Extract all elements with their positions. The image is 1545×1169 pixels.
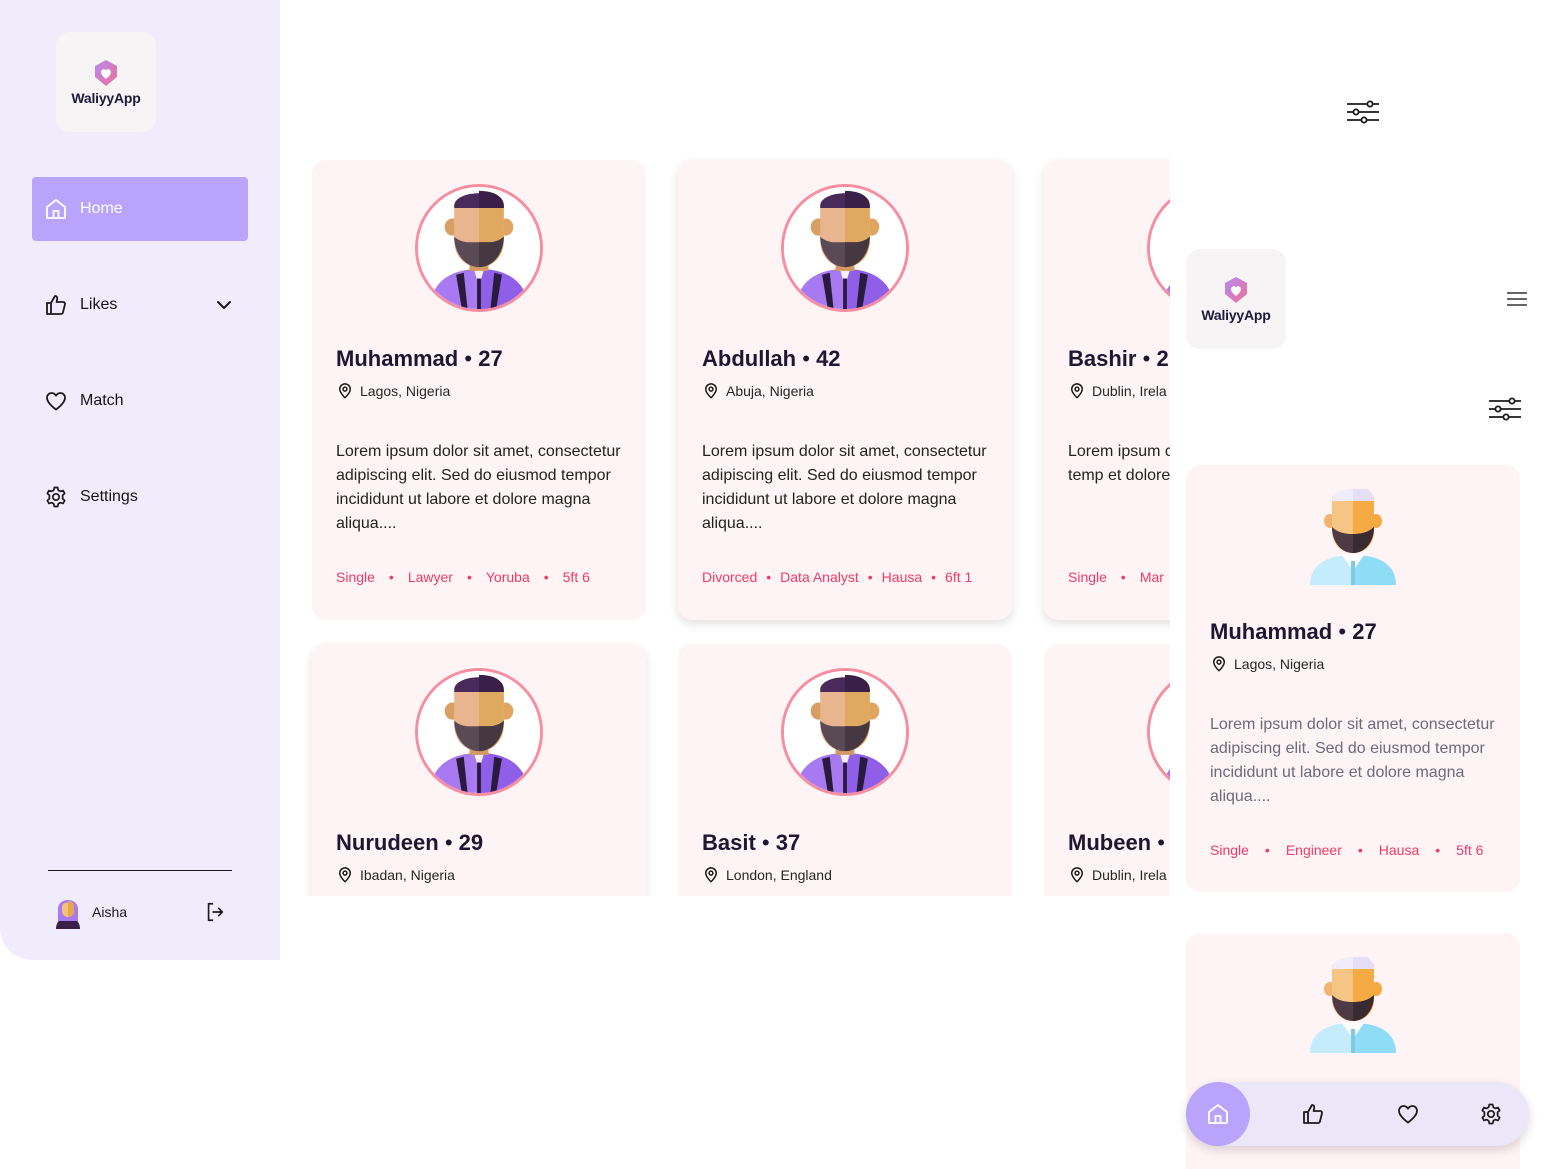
thumbs-up-icon: [1301, 1102, 1325, 1126]
divider: [48, 870, 232, 871]
profile-bio: Lorem ipsum consectetur a eiusmod temp e…: [1068, 443, 1170, 484]
gear-icon: [44, 485, 68, 509]
nav-likes[interactable]: [1281, 1082, 1345, 1146]
app-name: WaliyyApp: [1201, 306, 1271, 323]
profile-name: Bashir • 2: [1068, 346, 1169, 371]
profile-grid: Muhammad • 27 Lagos, Nigeria Lorem ipsum…: [300, 140, 1170, 896]
gear-icon: [1479, 1102, 1503, 1126]
profile-photo: [1306, 957, 1400, 1053]
profile-name: Muhammad • 27: [1210, 619, 1377, 644]
home-icon: [44, 197, 68, 221]
location-pin-icon: [1068, 382, 1086, 400]
nav-home[interactable]: [1186, 1082, 1250, 1146]
heart-icon: [44, 389, 68, 413]
profile-name: Muhammad • 27: [336, 346, 503, 371]
profile-name: Mubeen •: [1068, 830, 1165, 855]
profile-photo: [1147, 668, 1170, 796]
logout-icon[interactable]: [204, 901, 226, 923]
profile-location: Dublin, Irela: [1068, 382, 1167, 400]
app-logo[interactable]: WaliyyApp: [1186, 249, 1286, 349]
mobile-screen: WaliyyApp Muhammad • 27 Lagos, Nigeria L…: [1170, 237, 1545, 1169]
bottom-nav: [1186, 1082, 1529, 1146]
avatar: [54, 895, 82, 929]
profile-card[interactable]: Mubeen • Dublin, Irela: [1044, 644, 1170, 896]
profile-location: Ibadan, Nigeria: [336, 866, 455, 884]
profile-tags: Single • Mar: [1068, 569, 1164, 585]
location-pin-icon: [702, 382, 720, 400]
sidebar-item-label: Likes: [80, 296, 118, 313]
sidebar-item-label: Settings: [80, 488, 138, 505]
home-icon: [1206, 1102, 1230, 1126]
profile-bio: Lorem ipsum dolor sit amet, consectetur …: [1210, 716, 1495, 805]
profile-location: Abuja, Nigeria: [702, 382, 814, 400]
profile-name: Basit • 37: [702, 830, 801, 855]
profile-photo: [415, 184, 543, 312]
chevron-down-icon[interactable]: [212, 293, 236, 317]
location-pin-icon: [1210, 655, 1228, 673]
profile-card[interactable]: Bashir • 2 Dublin, Irela Lorem ipsum con…: [1044, 160, 1170, 620]
hamburger-menu-icon[interactable]: [1507, 291, 1527, 307]
sidebar-item-label: Home: [80, 200, 123, 217]
profile-location: London, England: [702, 866, 832, 884]
location-pin-icon: [336, 382, 354, 400]
profile-location: Dublin, Irela: [1068, 866, 1167, 884]
profile-tags: Divorced • Data Analyst • Hausa • 6ft 1: [702, 569, 973, 585]
sidebar-item-label: Match: [80, 392, 124, 409]
profile-tags: Single • Lawyer • Yoruba • 5ft 6: [336, 569, 590, 585]
profile-bio: Lorem ipsum dolor sit amet, consectetur …: [702, 443, 987, 532]
profile-card[interactable]: Muhammad • 27 Lagos, Nigeria Lorem ipsum…: [312, 160, 646, 620]
logo-icon: [1222, 276, 1250, 304]
logo-icon: [92, 59, 120, 87]
profile-card[interactable]: Abdullah • 42 Abuja, Nigeria Lorem ipsum…: [678, 160, 1012, 620]
profile-name: Nurudeen • 29: [336, 830, 484, 855]
profile-location: Lagos, Nigeria: [336, 382, 450, 400]
profile-photo: [1306, 489, 1400, 585]
location-pin-icon: [702, 866, 720, 884]
sidebar-item-home[interactable]: Home: [32, 177, 248, 241]
profile-card[interactable]: Muhammad • 27 Lagos, Nigeria Lorem ipsum…: [1186, 465, 1520, 892]
profile-card[interactable]: Basit • 37 London, England: [678, 644, 1012, 896]
profile-photo: [415, 668, 543, 796]
profile-photo: [781, 668, 909, 796]
profile-card[interactable]: Nurudeen • 29 Ibadan, Nigeria: [312, 644, 646, 896]
nav-settings[interactable]: [1471, 1082, 1511, 1146]
profile-photo: [781, 184, 909, 312]
profile-name: Abdullah • 42: [702, 346, 841, 371]
app-name: WaliyyApp: [71, 89, 141, 106]
location-pin-icon: [336, 866, 354, 884]
thumbs-up-icon: [44, 293, 68, 317]
app-logo[interactable]: WaliyyApp: [56, 32, 156, 132]
nav-match[interactable]: [1376, 1082, 1440, 1146]
user-profile[interactable]: Aisha: [54, 894, 232, 930]
sidebar-item-settings[interactable]: Settings: [32, 465, 248, 529]
location-pin-icon: [1068, 866, 1086, 884]
filter-icon[interactable]: [1488, 397, 1522, 421]
profile-bio: Lorem ipsum dolor sit amet, consectetur …: [336, 443, 621, 532]
profile-location: Lagos, Nigeria: [1210, 655, 1324, 673]
profile-photo: [1147, 184, 1170, 312]
sidebar-item-likes[interactable]: Likes: [32, 273, 248, 337]
sidebar-item-match[interactable]: Match: [32, 369, 248, 433]
heart-icon: [1396, 1102, 1420, 1126]
user-name: Aisha: [92, 904, 128, 920]
sidebar: WaliyyApp Home Likes Match Settings Aish…: [0, 0, 280, 960]
profile-tags: Single • Engineer • Hausa • 5ft 6: [1210, 842, 1484, 858]
filter-icon[interactable]: [1346, 100, 1380, 124]
